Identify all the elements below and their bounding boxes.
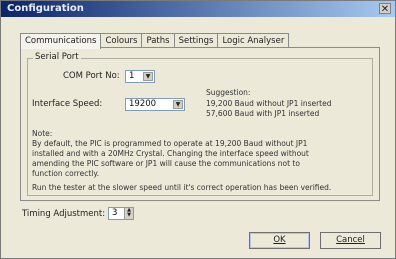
chevron-down-icon[interactable]: ▼ — [143, 72, 153, 81]
window-title: Configuration — [7, 3, 84, 14]
tab-communications[interactable]: Communications — [20, 33, 102, 49]
note-line-3: amending the PIC software or JP1 will ca… — [32, 159, 300, 168]
communications-page: Serial Port COM Port No: 1 ▼ Interface S… — [20, 47, 380, 201]
interface-speed-value: 19200 — [129, 99, 157, 109]
note-line-2: installed and with a 20MHz Crystal. Chan… — [32, 149, 309, 158]
tab-settings[interactable]: Settings — [173, 33, 219, 48]
chevron-down-icon[interactable]: ▼ — [173, 100, 183, 109]
suggestion-line-1: 19,200 Baud without JP1 inserted — [206, 99, 332, 108]
cancel-button[interactable]: Cancel — [320, 232, 381, 249]
timing-adjustment-stepper[interactable]: 3 ▲ ▼ — [108, 207, 134, 220]
tab-colours[interactable]: Colours — [100, 33, 143, 48]
spin-arrows-icon[interactable]: ▲ ▼ — [124, 208, 133, 219]
suggestion-line-2: 57,600 Baud with JP1 inserted — [206, 109, 320, 118]
serial-port-group: Serial Port COM Port No: 1 ▼ Interface S… — [27, 52, 373, 196]
note-line-5: Run the tester at the slower speed until… — [32, 183, 332, 192]
ok-button[interactable]: OK — [249, 232, 310, 249]
com-port-select[interactable]: 1 ▼ — [125, 70, 155, 83]
tab-strip: Communications Colours Paths Settings Lo… — [20, 33, 290, 49]
timing-adjustment-label: Timing Adjustment: — [22, 209, 106, 219]
interface-speed-select[interactable]: 19200 ▼ — [125, 98, 185, 111]
serial-port-legend: Serial Port — [33, 52, 81, 62]
suggestion-title: Suggestion: — [206, 88, 251, 97]
note-title: Note: — [32, 129, 53, 138]
note-line-1: By default, the PIC is programmed to ope… — [32, 139, 308, 148]
tab-logic-analyser[interactable]: Logic Analyser — [217, 33, 290, 48]
tab-paths[interactable]: Paths — [141, 33, 175, 48]
note-line-4: function correctly. — [32, 169, 100, 178]
interface-speed-label: Interface Speed: — [32, 99, 103, 109]
title-bar[interactable]: Configuration ✕ — [1, 1, 395, 17]
com-port-value: 1 — [129, 71, 135, 81]
close-icon[interactable]: ✕ — [379, 3, 391, 15]
timing-adjustment-value: 3 — [112, 208, 118, 218]
com-port-label: COM Port No: — [63, 71, 120, 81]
